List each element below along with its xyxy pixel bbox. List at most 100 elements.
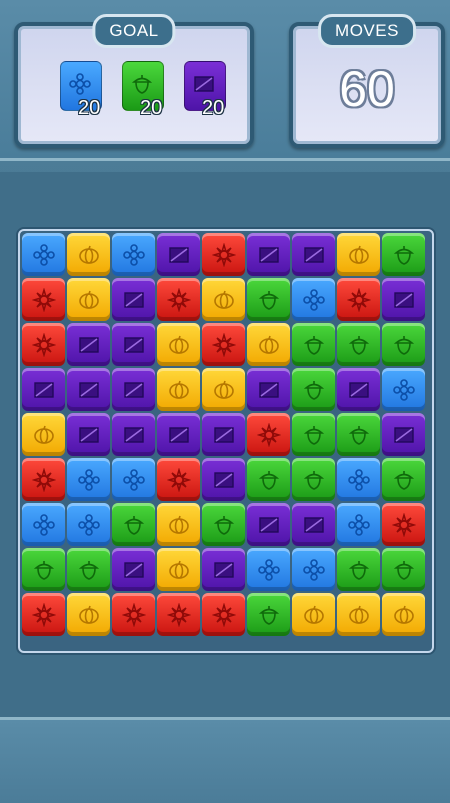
- tile-purple[interactable]: [67, 323, 110, 366]
- tile-red[interactable]: [22, 593, 65, 636]
- tile-yellow[interactable]: [247, 323, 290, 366]
- tile-blue[interactable]: [22, 233, 65, 276]
- acorn-icon: [348, 335, 369, 355]
- tile-purple[interactable]: [292, 233, 335, 276]
- sunflower-icon: [31, 602, 56, 627]
- acorn-icon: [78, 560, 99, 580]
- tile-purple[interactable]: [382, 278, 425, 321]
- flower-icon: [122, 468, 145, 491]
- tile-purple[interactable]: [337, 368, 380, 411]
- tile-purple[interactable]: [112, 368, 155, 411]
- pumpkin-icon: [348, 605, 369, 624]
- tile-blue[interactable]: [112, 233, 155, 276]
- tile-purple[interactable]: [157, 233, 200, 276]
- tile-blue[interactable]: [337, 503, 380, 546]
- tile-purple[interactable]: [247, 503, 290, 546]
- tile-yellow[interactable]: [157, 548, 200, 591]
- acorn-icon: [393, 335, 414, 355]
- tile-blue[interactable]: [22, 503, 65, 546]
- tile-green[interactable]: [382, 323, 425, 366]
- tile-purple[interactable]: [202, 413, 245, 456]
- tile-blue[interactable]: [292, 548, 335, 591]
- tile-yellow[interactable]: [292, 593, 335, 636]
- pumpkin-icon: [258, 335, 279, 354]
- tile-green[interactable]: [247, 593, 290, 636]
- tile-purple[interactable]: [112, 413, 155, 456]
- tile-red[interactable]: [157, 458, 200, 501]
- pumpkin-icon: [78, 290, 99, 309]
- tile-green[interactable]: [67, 548, 110, 591]
- tile-yellow[interactable]: [67, 278, 110, 321]
- tile-blue[interactable]: [292, 278, 335, 321]
- tile-red[interactable]: [202, 233, 245, 276]
- tile-green[interactable]: [22, 548, 65, 591]
- tile-red[interactable]: [202, 323, 245, 366]
- tile-red[interactable]: [22, 323, 65, 366]
- tile-yellow[interactable]: [202, 278, 245, 321]
- tile-green[interactable]: [382, 548, 425, 591]
- tile-red[interactable]: [382, 503, 425, 546]
- tile-red[interactable]: [247, 413, 290, 456]
- tile-green[interactable]: [202, 503, 245, 546]
- tile-yellow[interactable]: [157, 503, 200, 546]
- tile-purple[interactable]: [112, 278, 155, 321]
- tile-purple[interactable]: [247, 368, 290, 411]
- tile-green[interactable]: [337, 413, 380, 456]
- tile-green[interactable]: [247, 458, 290, 501]
- tile-purple[interactable]: [22, 368, 65, 411]
- tile-yellow[interactable]: [382, 593, 425, 636]
- tile-green[interactable]: [292, 413, 335, 456]
- tile-green[interactable]: [337, 323, 380, 366]
- tile-yellow[interactable]: [337, 593, 380, 636]
- tile-green[interactable]: [112, 503, 155, 546]
- tile-yellow[interactable]: [202, 368, 245, 411]
- tile-green[interactable]: [382, 233, 425, 276]
- sunflower-icon: [211, 602, 236, 627]
- tile-green[interactable]: [292, 368, 335, 411]
- tile-blue[interactable]: [247, 548, 290, 591]
- tile-green[interactable]: [337, 548, 380, 591]
- tile-purple[interactable]: [67, 413, 110, 456]
- square-slash-icon: [348, 381, 369, 398]
- goal-item-purple: 20: [184, 61, 226, 119]
- flower-icon: [392, 378, 415, 401]
- flower-icon: [77, 513, 100, 536]
- tile-purple[interactable]: [112, 548, 155, 591]
- tile-green[interactable]: [292, 323, 335, 366]
- tile-green[interactable]: [382, 458, 425, 501]
- tile-purple[interactable]: [202, 548, 245, 591]
- tile-blue[interactable]: [112, 458, 155, 501]
- sunflower-icon: [211, 332, 236, 357]
- tile-purple[interactable]: [202, 458, 245, 501]
- tile-yellow[interactable]: [22, 413, 65, 456]
- tile-red[interactable]: [202, 593, 245, 636]
- tile-yellow[interactable]: [337, 233, 380, 276]
- tile-red[interactable]: [337, 278, 380, 321]
- tile-green[interactable]: [292, 458, 335, 501]
- tile-red[interactable]: [22, 278, 65, 321]
- tile-red[interactable]: [22, 458, 65, 501]
- tile-red[interactable]: [157, 278, 200, 321]
- tile-purple[interactable]: [157, 413, 200, 456]
- acorn-icon: [123, 515, 144, 535]
- tile-purple[interactable]: [247, 233, 290, 276]
- tile-purple[interactable]: [382, 413, 425, 456]
- tile-red[interactable]: [157, 593, 200, 636]
- tile-blue[interactable]: [67, 503, 110, 546]
- tile-yellow[interactable]: [67, 233, 110, 276]
- tile-yellow[interactable]: [67, 593, 110, 636]
- tile-purple[interactable]: [112, 323, 155, 366]
- tile-purple[interactable]: [292, 503, 335, 546]
- goal-purple-count: 20: [202, 97, 225, 119]
- square-slash-icon: [123, 426, 144, 443]
- pumpkin-icon: [168, 380, 189, 399]
- tile-blue[interactable]: [382, 368, 425, 411]
- tile-blue[interactable]: [337, 458, 380, 501]
- tile-yellow[interactable]: [157, 368, 200, 411]
- tile-purple[interactable]: [67, 368, 110, 411]
- tile-blue[interactable]: [67, 458, 110, 501]
- tile-red[interactable]: [112, 593, 155, 636]
- tile-green[interactable]: [247, 278, 290, 321]
- tile-yellow[interactable]: [157, 323, 200, 366]
- square-slash-icon: [393, 291, 414, 308]
